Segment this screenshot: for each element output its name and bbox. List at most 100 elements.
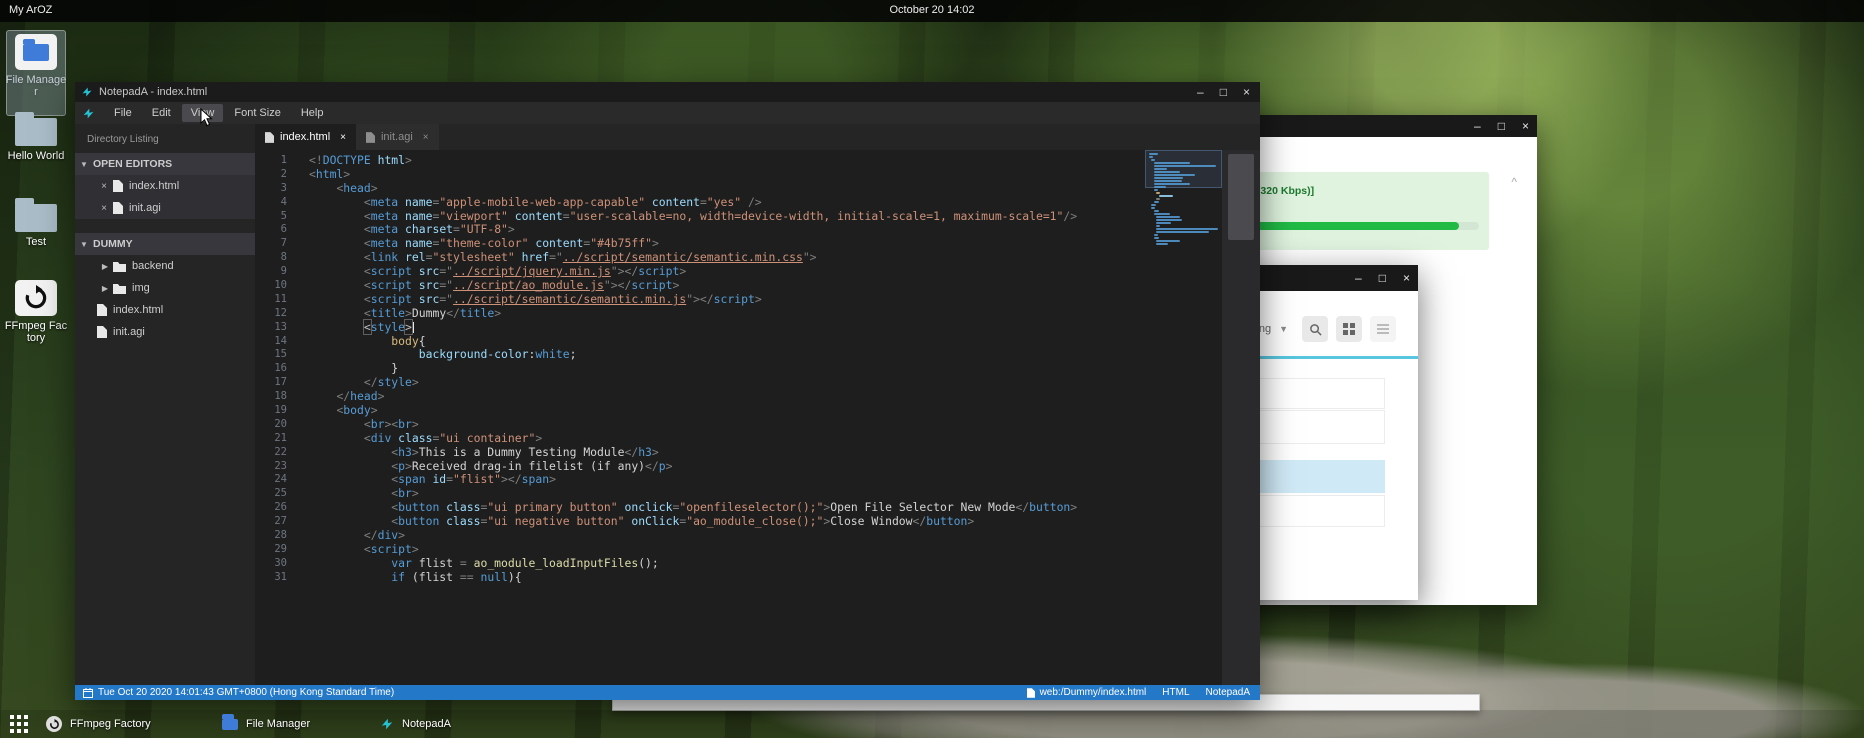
code-line[interactable]: 8 <link rel="stylesheet" href="../script… xyxy=(255,251,1145,265)
chevron-right-icon: ▶ xyxy=(99,284,111,293)
chevron-down-icon: ▼ xyxy=(75,240,93,249)
scrollbar-thumb[interactable] xyxy=(1228,154,1254,240)
code-line[interactable]: 25 <br> xyxy=(255,487,1145,501)
file-icon xyxy=(97,304,107,316)
file-icon xyxy=(1027,688,1035,698)
minimize-button[interactable]: – xyxy=(1355,272,1362,284)
code-line[interactable]: 10 <script src="../script/ao_module.js">… xyxy=(255,279,1145,293)
code-line[interactable]: 19 <body> xyxy=(255,404,1145,418)
search-button[interactable] xyxy=(1302,316,1328,342)
tree-folder-img[interactable]: ▶ img xyxy=(75,277,255,299)
menu-bar: File Edit View Font Size Help xyxy=(75,102,1260,124)
code-line[interactable]: 31 if (flist == null){ xyxy=(255,571,1145,585)
grid-view-button[interactable] xyxy=(1336,316,1362,342)
code-line[interactable]: 17 </style> xyxy=(255,376,1145,390)
code-line[interactable]: 26 <button class="ui primary button" onc… xyxy=(255,501,1145,515)
sidebar-title: Directory Listing xyxy=(75,124,255,153)
recycle-arrows-icon xyxy=(15,280,57,316)
code-line[interactable]: 1<!DOCTYPE html> xyxy=(255,154,1145,168)
text-caret xyxy=(413,322,414,333)
file-icon xyxy=(366,132,375,143)
code-line[interactable]: 13 <style> xyxy=(255,321,1145,335)
code-editor[interactable]: 1<!DOCTYPE html>2<html>3 <head>4 <meta n… xyxy=(255,150,1145,685)
desktop-icon-ffmpeg-factory[interactable]: FFmpeg Factory xyxy=(4,280,68,344)
calendar-icon xyxy=(83,688,93,698)
taskbar: FFmpeg Factory File Manager NotepadA xyxy=(0,710,1864,738)
vertical-scrollbar[interactable] xyxy=(1222,150,1260,685)
code-line[interactable]: 12 <title>Dummy</title> xyxy=(255,307,1145,321)
close-button[interactable]: × xyxy=(1243,85,1250,99)
window-title: NotepadA - index.html xyxy=(99,86,207,98)
notepada-window[interactable]: NotepadA - index.html – □ × File Edit Vi… xyxy=(75,82,1260,700)
close-icon[interactable]: × xyxy=(97,203,111,214)
taskbar-item-file-manager[interactable]: File Manager xyxy=(222,710,310,738)
code-line[interactable]: 14 body{ xyxy=(255,335,1145,349)
code-line[interactable]: 11 <script src="../script/semantic/seman… xyxy=(255,293,1145,307)
code-line[interactable]: 5 <meta name="viewport" content="user-sc… xyxy=(255,210,1145,224)
menu-file[interactable]: File xyxy=(105,104,141,122)
open-editors-section[interactable]: ▼ OPEN EDITORS xyxy=(75,153,255,175)
code-line[interactable]: 30 var flist = ao_module_loadInputFiles(… xyxy=(255,557,1145,571)
window-titlebar[interactable]: NotepadA - index.html xyxy=(75,82,1260,102)
open-editor-index-html[interactable]: × index.html xyxy=(75,175,255,197)
code-line[interactable]: 29 <script> xyxy=(255,543,1145,557)
tab-label: init.agi xyxy=(381,131,413,143)
code-line[interactable]: 2<html> xyxy=(255,168,1145,182)
minimize-button[interactable]: – xyxy=(1197,85,1204,99)
maximize-button[interactable]: □ xyxy=(1498,120,1505,132)
close-icon[interactable]: × xyxy=(97,181,111,192)
code-line[interactable]: 6 <meta charset="UTF-8"> xyxy=(255,223,1145,237)
close-button[interactable]: × xyxy=(1522,120,1529,132)
code-line[interactable]: 21 <div class="ui container"> xyxy=(255,432,1145,446)
code-line[interactable]: 28 </div> xyxy=(255,529,1145,543)
status-bar: Tue Oct 20 2020 14:01:43 GMT+0800 (Hong … xyxy=(75,685,1260,700)
scroll-up-icon[interactable]: ^ xyxy=(1511,175,1517,189)
menu-edit[interactable]: Edit xyxy=(143,104,180,122)
code-line[interactable]: 20 <br><br> xyxy=(255,418,1145,432)
minimap[interactable] xyxy=(1145,150,1222,685)
code-line[interactable]: 3 <head> xyxy=(255,182,1145,196)
menu-font-size[interactable]: Font Size xyxy=(225,104,289,122)
tab-index-html[interactable]: index.html × xyxy=(255,124,356,150)
maximize-button[interactable]: □ xyxy=(1220,85,1227,99)
code-line[interactable]: 18 </head> xyxy=(255,390,1145,404)
project-section-dummy[interactable]: ▼ DUMMY xyxy=(75,233,255,255)
tree-file-index-html[interactable]: index.html xyxy=(75,299,255,321)
taskbar-item-notepada[interactable]: NotepadA xyxy=(380,710,451,738)
code-line[interactable]: 22 <h3>This is a Dummy Testing Module</h… xyxy=(255,446,1145,460)
notepada-logo-icon xyxy=(380,717,394,731)
blue-folder-icon xyxy=(23,44,49,61)
folder-icon xyxy=(113,283,126,294)
code-line[interactable]: 4 <meta name="apple-mobile-web-app-capab… xyxy=(255,196,1145,210)
code-line[interactable]: 24 <span id="flist"></span> xyxy=(255,473,1145,487)
tree-file-init-agi[interactable]: init.agi xyxy=(75,321,255,343)
maximize-button[interactable]: □ xyxy=(1379,272,1386,284)
code-line[interactable]: 15 background-color:white; xyxy=(255,348,1145,362)
code-line[interactable]: 9 <script src="../script/jquery.min.js">… xyxy=(255,265,1145,279)
tab-init-agi[interactable]: init.agi × xyxy=(356,124,439,150)
open-editor-init-agi[interactable]: × init.agi xyxy=(75,197,255,219)
apps-grid-icon[interactable] xyxy=(10,715,28,738)
code-line[interactable]: 23 <p>Received drag-in filelist (if any)… xyxy=(255,460,1145,474)
list-view-button[interactable] xyxy=(1370,316,1396,342)
code-line[interactable]: 7 <meta name="theme-color" content="#4b7… xyxy=(255,237,1145,251)
taskbar-label: FFmpeg Factory xyxy=(70,718,151,730)
chevron-down-icon: ▼ xyxy=(75,160,93,169)
desktop-icon-file-manager[interactable]: File Manager xyxy=(4,34,68,98)
close-icon[interactable]: × xyxy=(423,132,429,143)
menu-view[interactable]: View xyxy=(182,104,224,122)
notepada-logo-icon xyxy=(82,107,95,120)
code-line[interactable]: 27 <button class="ui negative button" on… xyxy=(255,515,1145,529)
file-tree-sidebar: Directory Listing ▼ OPEN EDITORS × index… xyxy=(75,124,255,685)
menu-help[interactable]: Help xyxy=(292,104,333,122)
taskbar-label: NotepadA xyxy=(402,718,451,730)
code-line[interactable]: 16 } xyxy=(255,362,1145,376)
minimize-button[interactable]: – xyxy=(1474,120,1481,132)
close-icon[interactable]: × xyxy=(340,132,346,143)
close-button[interactable]: × xyxy=(1403,272,1410,284)
taskbar-item-ffmpeg-factory[interactable]: FFmpeg Factory xyxy=(46,710,151,738)
tree-folder-backend[interactable]: ▶ backend xyxy=(75,255,255,277)
desktop-icon-test[interactable]: Test xyxy=(4,204,68,248)
desktop-icon-hello-world[interactable]: Hello World xyxy=(4,118,68,162)
status-language: HTML xyxy=(1162,687,1189,698)
